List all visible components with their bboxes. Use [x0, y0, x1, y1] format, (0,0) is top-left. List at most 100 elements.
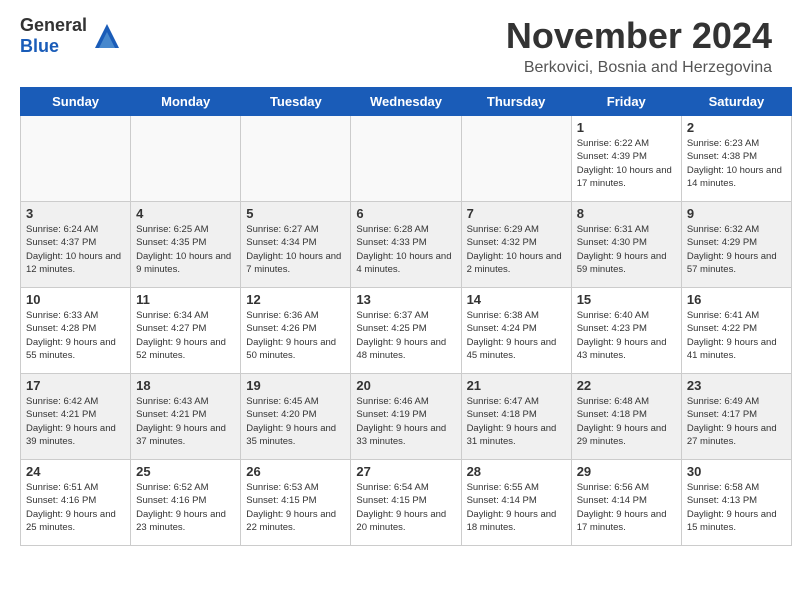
table-row [461, 116, 571, 202]
table-row [131, 116, 241, 202]
table-row: 3 Sunrise: 6:24 AM Sunset: 4:37 PM Daylig… [21, 202, 131, 288]
table-row: 16 Sunrise: 6:41 AM Sunset: 4:22 PM Dayli… [681, 288, 791, 374]
day-number: 21 [467, 378, 566, 393]
day-number: 6 [356, 206, 455, 221]
table-row: 4Sunrise: 6:25 AM Sunset: 4:35 PM Daylig… [131, 202, 241, 288]
day-header-row: Sunday Monday Tuesday Wednesday Thursday… [21, 88, 792, 116]
header-friday: Friday [571, 88, 681, 116]
week-row: 1 Sunrise: 6:22 AM Sunset: 4:39 PM Daylig… [21, 116, 792, 202]
table-row: 6 Sunrise: 6:28 AM Sunset: 4:33 PM Daylig… [351, 202, 461, 288]
logo: General Blue [20, 15, 123, 57]
table-row: 20 Sunrise: 6:46 AM Sunset: 4:19 PM Dayli… [351, 374, 461, 460]
table-row: 7 Sunrise: 6:29 AM Sunset: 4:32 PM Daylig… [461, 202, 571, 288]
day-number: 18 [136, 378, 235, 393]
header-saturday: Saturday [681, 88, 791, 116]
day-info: Sunrise: 6:52 AM Sunset: 4:16 PM Dayligh… [136, 481, 235, 534]
table-row: 22 Sunrise: 6:48 AM Sunset: 4:18 PM Dayli… [571, 374, 681, 460]
day-info: Sunrise: 6:43 AM Sunset: 4:21 PM Dayligh… [136, 395, 235, 448]
day-info: Sunrise: 6:46 AM Sunset: 4:19 PM Dayligh… [356, 395, 455, 448]
table-row: 21 Sunrise: 6:47 AM Sunset: 4:18 PM Dayli… [461, 374, 571, 460]
day-info: Sunrise: 6:45 AM Sunset: 4:20 PM Dayligh… [246, 395, 345, 448]
table-row [241, 116, 351, 202]
day-info: Sunrise: 6:28 AM Sunset: 4:33 PM Dayligh… [356, 223, 455, 276]
day-number: 8 [577, 206, 676, 221]
day-info: Sunrise: 6:24 AM Sunset: 4:37 PM Dayligh… [26, 223, 125, 276]
day-info: Sunrise: 6:40 AM Sunset: 4:23 PM Dayligh… [577, 309, 676, 362]
day-info: Sunrise: 6:53 AM Sunset: 4:15 PM Dayligh… [246, 481, 345, 534]
day-info: Sunrise: 6:41 AM Sunset: 4:22 PM Dayligh… [687, 309, 786, 362]
day-number: 26 [246, 464, 345, 479]
table-row: 19 Sunrise: 6:45 AM Sunset: 4:20 PM Dayli… [241, 374, 351, 460]
table-row: 12 Sunrise: 6:36 AM Sunset: 4:26 PM Dayli… [241, 288, 351, 374]
day-number: 10 [26, 292, 125, 307]
week-row: 17 Sunrise: 6:42 AM Sunset: 4:21 PM Dayli… [21, 374, 792, 460]
header-sunday: Sunday [21, 88, 131, 116]
day-info: Sunrise: 6:23 AM Sunset: 4:38 PM Dayligh… [687, 137, 786, 190]
table-row: 8 Sunrise: 6:31 AM Sunset: 4:30 PM Daylig… [571, 202, 681, 288]
day-number: 30 [687, 464, 786, 479]
day-info: Sunrise: 6:54 AM Sunset: 4:15 PM Dayligh… [356, 481, 455, 534]
day-number: 2 [687, 120, 786, 135]
logo-general-text: General [20, 15, 87, 35]
table-row: 15 Sunrise: 6:40 AM Sunset: 4:23 PM Dayli… [571, 288, 681, 374]
day-number: 24 [26, 464, 125, 479]
day-info: Sunrise: 6:58 AM Sunset: 4:13 PM Dayligh… [687, 481, 786, 534]
day-number: 5 [246, 206, 345, 221]
table-row: 17 Sunrise: 6:42 AM Sunset: 4:21 PM Dayli… [21, 374, 131, 460]
day-number: 13 [356, 292, 455, 307]
day-number: 14 [467, 292, 566, 307]
day-number: 23 [687, 378, 786, 393]
calendar-table: Sunday Monday Tuesday Wednesday Thursday… [20, 87, 792, 546]
table-row: 9 Sunrise: 6:32 AM Sunset: 4:29 PM Daylig… [681, 202, 791, 288]
table-row: 29Sunrise: 6:56 AM Sunset: 4:14 PM Dayli… [571, 460, 681, 546]
table-row: 24 Sunrise: 6:51 AM Sunset: 4:16 PM Dayli… [21, 460, 131, 546]
header-tuesday: Tuesday [241, 88, 351, 116]
location: Berkovici, Bosnia and Herzegovina [506, 59, 772, 77]
table-row: 14Sunrise: 6:38 AM Sunset: 4:24 PM Dayli… [461, 288, 571, 374]
table-row: 28Sunrise: 6:55 AM Sunset: 4:14 PM Dayli… [461, 460, 571, 546]
day-info: Sunrise: 6:32 AM Sunset: 4:29 PM Dayligh… [687, 223, 786, 276]
title-section: November 2024 Berkovici, Bosnia and Herz… [506, 15, 772, 77]
day-number: 3 [26, 206, 125, 221]
day-info: Sunrise: 6:48 AM Sunset: 4:18 PM Dayligh… [577, 395, 676, 448]
day-number: 16 [687, 292, 786, 307]
day-info: Sunrise: 6:49 AM Sunset: 4:17 PM Dayligh… [687, 395, 786, 448]
table-row: 25 Sunrise: 6:52 AM Sunset: 4:16 PM Dayli… [131, 460, 241, 546]
table-row: 2 Sunrise: 6:23 AM Sunset: 4:38 PM Daylig… [681, 116, 791, 202]
table-row: 13 Sunrise: 6:37 AM Sunset: 4:25 PM Dayli… [351, 288, 461, 374]
day-number: 15 [577, 292, 676, 307]
day-info: Sunrise: 6:51 AM Sunset: 4:16 PM Dayligh… [26, 481, 125, 534]
day-info: Sunrise: 6:22 AM Sunset: 4:39 PM Dayligh… [577, 137, 676, 190]
day-number: 22 [577, 378, 676, 393]
day-number: 9 [687, 206, 786, 221]
day-number: 1 [577, 120, 676, 135]
day-number: 20 [356, 378, 455, 393]
day-number: 17 [26, 378, 125, 393]
logo-icon [91, 20, 123, 52]
table-row: 5 Sunrise: 6:27 AM Sunset: 4:34 PM Daylig… [241, 202, 351, 288]
day-number: 12 [246, 292, 345, 307]
day-info: Sunrise: 6:42 AM Sunset: 4:21 PM Dayligh… [26, 395, 125, 448]
day-info: Sunrise: 6:31 AM Sunset: 4:30 PM Dayligh… [577, 223, 676, 276]
day-info: Sunrise: 6:33 AM Sunset: 4:28 PM Dayligh… [26, 309, 125, 362]
day-number: 19 [246, 378, 345, 393]
day-info: Sunrise: 6:27 AM Sunset: 4:34 PM Dayligh… [246, 223, 345, 276]
table-row: 1 Sunrise: 6:22 AM Sunset: 4:39 PM Daylig… [571, 116, 681, 202]
header: General Blue November 2024 Berkovici, Bo… [0, 0, 792, 87]
table-row [21, 116, 131, 202]
day-info: Sunrise: 6:55 AM Sunset: 4:14 PM Dayligh… [467, 481, 566, 534]
day-info: Sunrise: 6:37 AM Sunset: 4:25 PM Dayligh… [356, 309, 455, 362]
day-info: Sunrise: 6:36 AM Sunset: 4:26 PM Dayligh… [246, 309, 345, 362]
day-number: 29 [577, 464, 676, 479]
day-info: Sunrise: 6:25 AM Sunset: 4:35 PM Dayligh… [136, 223, 235, 276]
table-row: 10 Sunrise: 6:33 AM Sunset: 4:28 PM Dayli… [21, 288, 131, 374]
day-number: 25 [136, 464, 235, 479]
table-row: 18 Sunrise: 6:43 AM Sunset: 4:21 PM Dayli… [131, 374, 241, 460]
day-number: 27 [356, 464, 455, 479]
table-row: 23 Sunrise: 6:49 AM Sunset: 4:17 PM Dayli… [681, 374, 791, 460]
table-row: 27 Sunrise: 6:54 AM Sunset: 4:15 PM Dayli… [351, 460, 461, 546]
day-info: Sunrise: 6:47 AM Sunset: 4:18 PM Dayligh… [467, 395, 566, 448]
header-monday: Monday [131, 88, 241, 116]
day-info: Sunrise: 6:29 AM Sunset: 4:32 PM Dayligh… [467, 223, 566, 276]
day-number: 7 [467, 206, 566, 221]
